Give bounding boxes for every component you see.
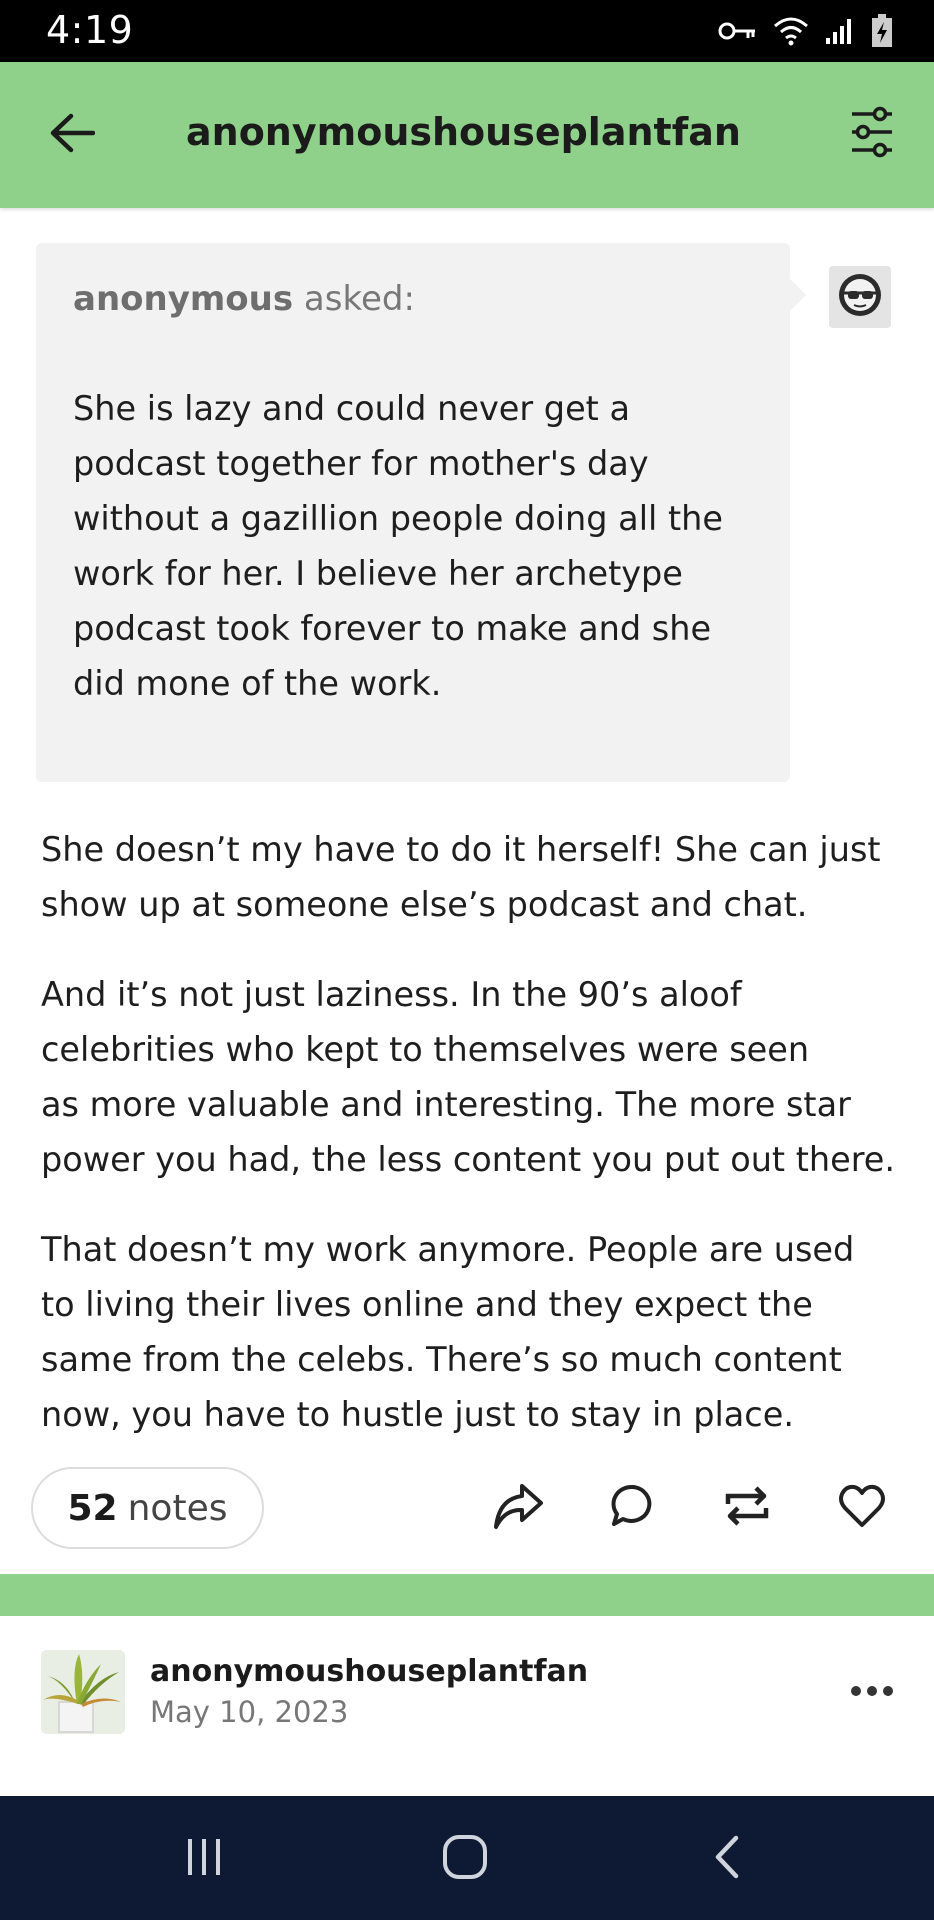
blog-title: anonymoushouseplantfan bbox=[186, 110, 741, 154]
anonymous-sunglasses-icon bbox=[836, 271, 884, 323]
key-icon bbox=[718, 18, 758, 48]
reblog-icon bbox=[722, 1482, 772, 1534]
answer-line: And it’s not just laziness. In the 90’s … bbox=[41, 975, 742, 1014]
share-button[interactable] bbox=[488, 1478, 548, 1538]
answer-line: now, you have to hustle just to stay in … bbox=[41, 1395, 794, 1434]
signal-icon bbox=[824, 16, 856, 50]
heart-icon bbox=[837, 1483, 887, 1533]
answer-line: She doesn’t my have to do it herself! Sh… bbox=[41, 830, 881, 869]
answer-line: That doesn’t my work anymore. People are… bbox=[41, 1230, 855, 1269]
ask-line: without a gazillion people doing all the bbox=[73, 499, 723, 538]
answer-line: show up at someone else’s podcast and ch… bbox=[41, 885, 808, 924]
answer-line: as more valuable and interesting. The mo… bbox=[41, 1085, 851, 1124]
reblog-button[interactable] bbox=[717, 1478, 777, 1538]
answer-line: power you had, the less content you put … bbox=[41, 1140, 895, 1179]
recent-apps-button[interactable] bbox=[174, 1834, 234, 1884]
ask-question: She is lazy and could never get a podcas… bbox=[73, 381, 753, 711]
answer-line: same from the celebs. There’s so much co… bbox=[41, 1340, 842, 1379]
comment-button[interactable] bbox=[603, 1478, 663, 1538]
status-time: 4:19 bbox=[46, 8, 134, 52]
status-icons bbox=[718, 14, 894, 52]
filter-button[interactable] bbox=[846, 104, 898, 164]
more-options-button[interactable] bbox=[846, 1672, 898, 1712]
system-nav-bar bbox=[0, 1796, 934, 1920]
like-button[interactable] bbox=[832, 1478, 892, 1538]
back-icon bbox=[710, 1834, 746, 1884]
answer-paragraph: And it’s not just laziness. In the 90’s … bbox=[41, 967, 911, 1187]
arrow-left-icon bbox=[49, 113, 96, 157]
share-icon bbox=[491, 1481, 545, 1535]
ask-line: did mone of the work. bbox=[73, 664, 442, 703]
blog-avatar[interactable] bbox=[41, 1650, 125, 1734]
ask-line: podcast took forever to make and she bbox=[73, 609, 712, 648]
notes-count: 52 bbox=[67, 1487, 118, 1529]
wifi-icon bbox=[772, 15, 810, 51]
ask-line: work for her. I believe her archetype bbox=[73, 554, 683, 593]
recent-apps-icon bbox=[182, 1836, 226, 1882]
ask-header: anonymous asked: bbox=[73, 279, 415, 319]
asked-label: asked: bbox=[303, 279, 415, 319]
blog-header-bar: anonymoushouseplantfan bbox=[0, 62, 934, 208]
answer-paragraph: She doesn’t my have to do it herself! Sh… bbox=[41, 822, 911, 932]
notes-button[interactable]: 52 notes bbox=[31, 1467, 264, 1549]
asker-name[interactable]: anonymous bbox=[73, 279, 293, 319]
notes-label: notes bbox=[127, 1487, 228, 1529]
comment-icon bbox=[609, 1482, 657, 1534]
answer-line: celebrities who kept to themselves were … bbox=[41, 1030, 810, 1069]
answer-line: to living their lives online and they ex… bbox=[41, 1285, 813, 1324]
system-back-button[interactable] bbox=[698, 1834, 758, 1884]
back-button[interactable] bbox=[44, 110, 100, 160]
ask-line: She is lazy and could never get a bbox=[73, 389, 630, 428]
ellipsis-icon bbox=[849, 1683, 895, 1702]
battery-charging-icon bbox=[870, 14, 894, 52]
home-icon bbox=[441, 1833, 489, 1885]
sliders-icon bbox=[850, 106, 894, 162]
post-divider bbox=[0, 1574, 934, 1616]
home-button[interactable] bbox=[435, 1834, 495, 1884]
post-date: May 10, 2023 bbox=[150, 1695, 349, 1729]
answer-paragraph: That doesn’t my work anymore. People are… bbox=[41, 1222, 911, 1442]
ask-line: podcast together for mother's day bbox=[73, 444, 649, 483]
status-bar: 4:19 bbox=[0, 0, 934, 62]
ask-bubble: anonymous asked: She is lazy and could n… bbox=[36, 243, 806, 782]
anonymous-avatar bbox=[829, 266, 891, 328]
post-author[interactable]: anonymoushouseplantfan bbox=[150, 1654, 588, 1689]
